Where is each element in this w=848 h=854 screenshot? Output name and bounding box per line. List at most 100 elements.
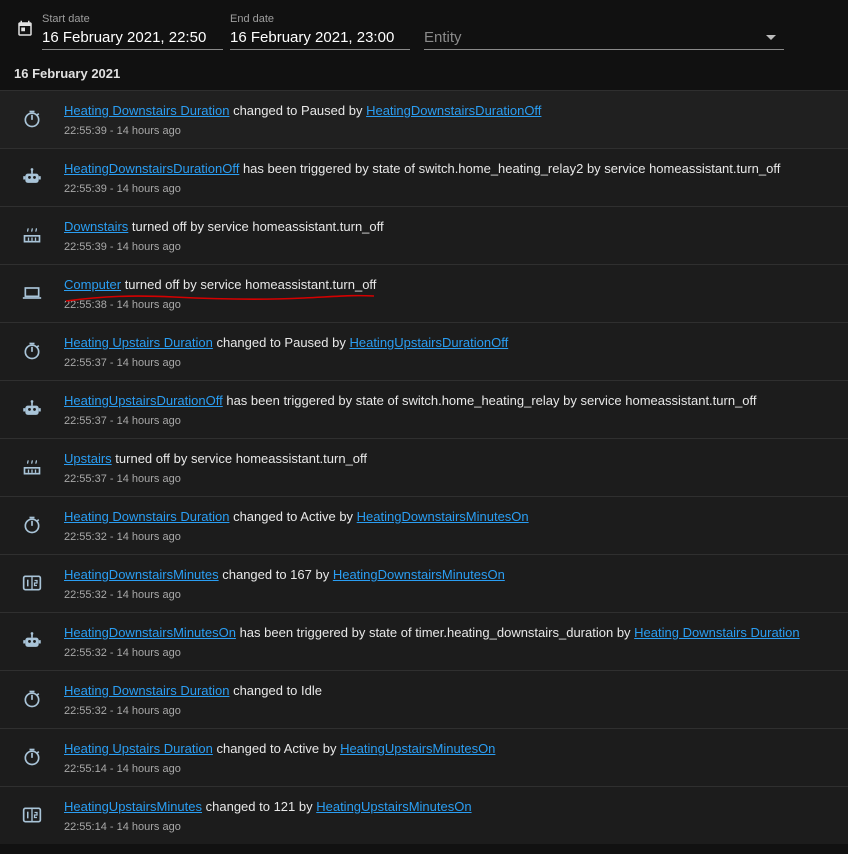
- entity-link[interactable]: HeatingDownstairsDurationOff: [366, 103, 541, 118]
- end-date-value[interactable]: 16 February 2021, 23:00: [230, 29, 394, 46]
- entry-message: Heating Upstairs Duration changed to Act…: [64, 741, 495, 756]
- message-text: changed to Paused by: [229, 103, 367, 118]
- entry-timestamp: 22:55:39 - 14 hours ago: [64, 183, 181, 195]
- end-date-field[interactable]: End date 16 February 2021, 23:00: [230, 12, 410, 50]
- chevron-down-icon[interactable]: [766, 35, 776, 40]
- message-text: changed to 167 by: [218, 567, 333, 582]
- logbook-entry: HeatingDownstairsMinutesOn has been trig…: [0, 612, 848, 670]
- entity-link[interactable]: Heating Upstairs Duration: [64, 741, 213, 756]
- start-date-label: Start date: [42, 13, 90, 25]
- message-text: turned off by service homeassistant.turn…: [128, 219, 384, 234]
- logbook-entry: Heating Downstairs Duration changed to I…: [0, 670, 848, 728]
- message-text: has been triggered by state of switch.ho…: [222, 393, 757, 408]
- logbook-entry: HeatingDownstairsMinutes changed to 167 …: [0, 554, 848, 612]
- red-underline-annotation: [65, 294, 375, 302]
- entity-link[interactable]: HeatingDownstairsMinutesOn: [357, 509, 529, 524]
- entry-message: HeatingDownstairsMinutes changed to 167 …: [64, 567, 505, 582]
- counter-icon: [22, 575, 42, 591]
- logbook-entry: HeatingUpstairsDurationOff has been trig…: [0, 380, 848, 438]
- entry-timestamp: 22:55:37 - 14 hours ago: [64, 473, 181, 485]
- message-text: changed to Idle: [229, 683, 322, 698]
- logbook-list: Heating Downstairs Duration changed to P…: [0, 90, 848, 844]
- message-text: changed to 121 by: [202, 799, 317, 814]
- entity-link[interactable]: Upstairs: [64, 451, 112, 466]
- entity-link[interactable]: HeatingUpstairsMinutes: [64, 799, 202, 814]
- entry-message: HeatingUpstairsMinutes changed to 121 by…: [64, 799, 472, 814]
- entity-link[interactable]: HeatingUpstairsDurationOff: [64, 393, 223, 408]
- robot-icon: [23, 632, 41, 647]
- entity-link[interactable]: Downstairs: [64, 219, 128, 234]
- end-date-underline: [230, 49, 410, 50]
- entity-link[interactable]: HeatingUpstairsMinutesOn: [316, 799, 471, 814]
- end-date-label: End date: [230, 13, 275, 25]
- entry-message: Downstairs turned off by service homeass…: [64, 219, 384, 234]
- entry-timestamp: 22:55:14 - 14 hours ago: [64, 821, 181, 833]
- entry-timestamp: 22:55:32 - 14 hours ago: [64, 531, 181, 543]
- entry-timestamp: 22:55:37 - 14 hours ago: [64, 415, 181, 427]
- logbook-entry: Heating Downstairs Duration changed to P…: [0, 90, 848, 148]
- logbook-entry: Upstairs turned off by service homeassis…: [0, 438, 848, 496]
- timer-icon: [24, 690, 40, 708]
- logbook-header: Start date 16 February 2021, 22:50 End d…: [0, 0, 848, 92]
- message-text: has been triggered by state of timer.hea…: [235, 625, 635, 640]
- entry-message: Heating Downstairs Duration changed to I…: [64, 683, 322, 698]
- logbook-entry: HeatingUpstairsMinutes changed to 121 by…: [0, 786, 848, 844]
- entity-link[interactable]: HeatingUpstairsDurationOff: [349, 335, 508, 350]
- entity-link[interactable]: HeatingUpstairsMinutesOn: [340, 741, 495, 756]
- entity-placeholder: Entity: [424, 29, 462, 46]
- timer-icon: [24, 516, 40, 534]
- entity-link[interactable]: Heating Upstairs Duration: [64, 335, 213, 350]
- entry-timestamp: 22:55:32 - 14 hours ago: [64, 647, 181, 659]
- entity-link[interactable]: Heating Downstairs Duration: [64, 103, 229, 118]
- entity-link[interactable]: HeatingDownstairsDurationOff: [64, 161, 239, 176]
- robot-icon: [23, 400, 41, 415]
- entry-message: HeatingDownstairsDurationOff has been tr…: [64, 161, 780, 176]
- message-text: changed to Active by: [229, 509, 357, 524]
- entity-link[interactable]: Heating Downstairs Duration: [634, 625, 799, 640]
- message-text: turned off by service homeassistant.turn…: [121, 277, 377, 292]
- entity-link[interactable]: Computer: [64, 277, 121, 292]
- logbook-entry: Heating Upstairs Duration changed to Act…: [0, 728, 848, 786]
- entity-link[interactable]: HeatingDownstairsMinutesOn: [333, 567, 505, 582]
- start-date-field[interactable]: Start date 16 February 2021, 22:50: [42, 12, 223, 50]
- date-heading: 16 February 2021: [14, 66, 121, 81]
- start-date-underline: [42, 49, 223, 50]
- entry-timestamp: 22:55:14 - 14 hours ago: [64, 763, 181, 775]
- entry-message: HeatingDownstairsMinutesOn has been trig…: [64, 625, 800, 640]
- entry-message: Heating Upstairs Duration changed to Pau…: [64, 335, 508, 350]
- message-text: turned off by service homeassistant.turn…: [111, 451, 368, 466]
- logbook-entry: HeatingDownstairsDurationOff has been tr…: [0, 148, 848, 206]
- entry-timestamp: 22:55:39 - 14 hours ago: [64, 125, 181, 137]
- entity-underline: [424, 49, 784, 50]
- message-text: changed to Paused by: [212, 335, 350, 350]
- timer-icon: [24, 110, 40, 128]
- calendar-icon[interactable]: [16, 20, 34, 38]
- entity-link[interactable]: Heating Downstairs Duration: [64, 509, 229, 524]
- message-text: changed to Active by: [212, 741, 341, 756]
- logbook-entry: Downstairs turned off by service homeass…: [0, 206, 848, 264]
- entity-link[interactable]: HeatingDownstairsMinutesOn: [64, 625, 236, 640]
- entry-message: Heating Downstairs Duration changed to A…: [64, 509, 529, 524]
- entry-message: HeatingUpstairsDurationOff has been trig…: [64, 393, 757, 408]
- radiator-icon: [23, 459, 41, 475]
- timer-icon: [24, 748, 40, 766]
- laptop-icon: [22, 287, 42, 299]
- entry-timestamp: 22:55:32 - 14 hours ago: [64, 705, 181, 717]
- logbook-entry: Computer turned off by service homeassis…: [0, 264, 848, 322]
- entity-picker[interactable]: Entity: [424, 12, 784, 50]
- entry-timestamp: 22:55:39 - 14 hours ago: [64, 241, 181, 253]
- robot-icon: [23, 168, 41, 183]
- entity-link[interactable]: HeatingDownstairsMinutes: [64, 567, 219, 582]
- start-date-value[interactable]: 16 February 2021, 22:50: [42, 29, 206, 46]
- message-text: has been triggered by state of switch.ho…: [239, 161, 781, 176]
- counter-icon: [22, 807, 42, 823]
- logbook-entry: Heating Downstairs Duration changed to A…: [0, 496, 848, 554]
- timer-icon: [24, 342, 40, 360]
- entry-timestamp: 22:55:37 - 14 hours ago: [64, 357, 181, 369]
- entry-timestamp: 22:55:32 - 14 hours ago: [64, 589, 181, 601]
- entry-message: Computer turned off by service homeassis…: [64, 277, 376, 292]
- entry-message: Upstairs turned off by service homeassis…: [64, 451, 367, 466]
- logbook-entry: Heating Upstairs Duration changed to Pau…: [0, 322, 848, 380]
- entity-link[interactable]: Heating Downstairs Duration: [64, 683, 229, 698]
- entry-message: Heating Downstairs Duration changed to P…: [64, 103, 541, 118]
